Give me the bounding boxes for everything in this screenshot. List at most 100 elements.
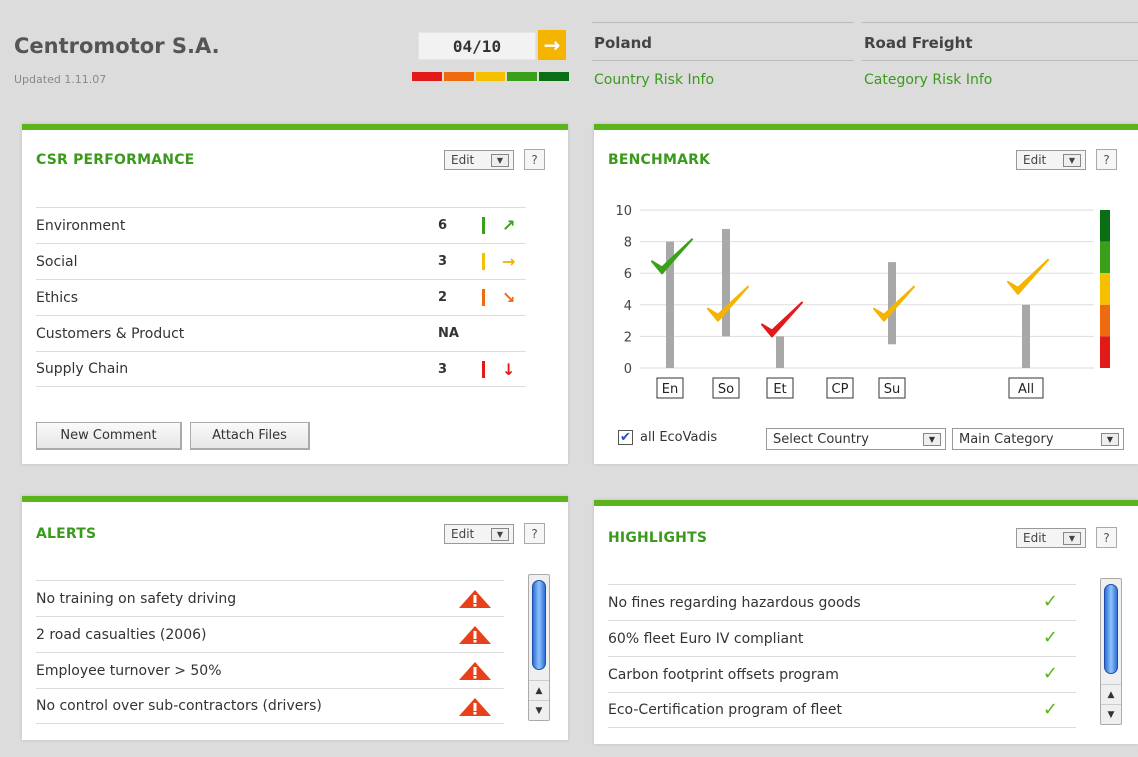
csr-row-label: Social [36,253,78,270]
score-scale-segment [443,72,474,81]
category-name: Road Freight [864,34,973,52]
y-tick-label: 2 [624,330,632,345]
highlight-item[interactable]: Carbon footprint offsets program ✓ [608,656,1076,692]
highlight-text: Carbon footprint offsets program [608,666,839,683]
scroll-thumb[interactable] [1104,584,1118,674]
all-ecovadis-checkbox[interactable]: ✔ [618,430,633,445]
edit-dropdown[interactable]: Edit ▼ [444,150,514,170]
csr-row[interactable]: Ethics 2 ↘ [36,279,526,315]
highlights-scrollbar[interactable]: ▲ ▼ [1100,578,1122,725]
csr-performance-panel: CSR PERFORMANCE Edit ▼ ? Environment 6 ↗ So… [22,124,568,464]
x-tick-label: En [662,382,678,397]
x-tick-label: Su [884,382,901,397]
country-name: Poland [594,34,652,52]
score-level-bar [482,289,485,306]
check-icon: ✓ [1042,699,1058,720]
scroll-up-arrow-icon[interactable]: ▲ [1101,684,1121,704]
highlight-item[interactable]: No fines regarding hazardous goods ✓ [608,584,1076,620]
csr-row-score: 2 [438,290,448,305]
select-country-dropdown[interactable]: Select Country ▼ [766,428,946,450]
edit-dropdown-label: Edit [1023,531,1047,545]
y-tick-label: 8 [624,236,632,251]
help-button[interactable]: ? [524,523,545,544]
csr-row-label: Customers & Product [36,325,185,342]
alert-text: Employee turnover > 50% [36,662,222,679]
alert-item[interactable]: No control over sub-contractors (drivers… [36,688,504,724]
warning-icon [459,662,491,680]
alert-item[interactable]: Employee turnover > 50% [36,652,504,688]
alerts-scrollbar[interactable]: ▲ ▼ [528,574,550,721]
new-comment-button[interactable]: New Comment [36,422,182,450]
panel-accent-bar [594,500,1138,506]
trend-arrow-icon: → [502,252,516,271]
alert-text: No control over sub-contractors (drivers… [36,698,322,714]
highlight-text: 60% fleet Euro IV compliant [608,630,804,647]
csr-row-score: 3 [438,254,448,269]
csr-list: Environment 6 ↗ Social 3 → Ethics 2 ↘ Customers &… [36,207,526,387]
country-risk-link[interactable]: Country Risk Info [594,72,714,88]
main-category-dropdown[interactable]: Main Category ▼ [952,428,1124,450]
csr-row[interactable]: Social 3 → [36,243,526,279]
check-icon: ✓ [1042,663,1058,684]
chevron-down-icon: ▼ [491,528,509,541]
highlight-text: Eco-Certification program of fleet [608,702,842,718]
scroll-down-arrow-icon[interactable]: ▼ [529,700,549,720]
scroll-up-arrow-icon[interactable]: ▲ [529,680,549,700]
alert-item[interactable]: No training on safety driving [36,580,504,616]
y-tick-label: 0 [624,362,632,377]
warning-icon [459,626,491,644]
y-tick-label: 10 [615,204,632,219]
range-bar [888,262,896,345]
x-tick-label: Et [773,382,786,397]
edit-dropdown[interactable]: Edit ▼ [1016,528,1086,548]
warning-icon [459,698,491,716]
check-mark [1007,258,1049,295]
scale-segment [1100,336,1110,368]
alert-item[interactable]: 2 road casualties (2006) [36,616,504,652]
csr-row-score: 3 [438,361,448,377]
csr-row-label: Ethics [36,289,79,306]
csr-row[interactable]: Supply Chain 3 ↓ [36,351,526,387]
scale-segment [1100,304,1110,337]
y-tick-label: 4 [624,299,632,314]
check-icon: ✓ [1042,627,1058,648]
x-tick-label: So [718,382,734,397]
score-trend-arrow-icon[interactable]: → [538,30,566,60]
chevron-down-icon: ▼ [1063,532,1081,545]
help-button[interactable]: ? [524,149,545,170]
attach-files-button[interactable]: Attach Files [190,422,310,450]
highlights-panel: HIGHLIGHTS Edit ▼ ? No fines regarding h… [594,500,1138,744]
chevron-down-icon: ▼ [1101,433,1119,446]
score-scale-segment [475,72,506,81]
csr-row[interactable]: Customers & Product NA [36,315,526,351]
help-button[interactable]: ? [1096,527,1117,548]
x-tick-label: CP [832,382,849,397]
score-scale-segment [539,72,569,81]
country-block: Poland Country Risk Info [592,22,854,98]
scroll-down-arrow-icon[interactable]: ▼ [1101,704,1121,724]
category-block: Road Freight Category Risk Info [862,22,1138,98]
scale-segment [1100,273,1110,305]
scale-segment [1100,210,1110,242]
overall-score: 04/10 [418,32,536,60]
category-risk-link[interactable]: Category Risk Info [864,72,992,88]
range-bar [1022,304,1030,368]
main-category-label: Main Category [959,431,1054,447]
panel-accent-bar [22,496,568,502]
check-icon: ✓ [1042,591,1058,612]
highlights-list: No fines regarding hazardous goods ✓ 60% f… [608,584,1076,728]
csr-row-score: 6 [438,218,448,233]
edit-dropdown-label: Edit [451,527,475,541]
score-color-scale [412,72,569,81]
csr-row[interactable]: Environment 6 ↗ [36,207,526,243]
panel-title: CSR PERFORMANCE [36,152,195,168]
alerts-panel: ALERTS Edit ▼ ? No training on safety dr… [22,496,568,740]
scroll-thumb[interactable] [532,580,546,670]
edit-dropdown[interactable]: Edit ▼ [444,524,514,544]
highlight-item[interactable]: 60% fleet Euro IV compliant ✓ [608,620,1076,656]
x-tick-label: All [1018,382,1034,397]
company-name: Centromotor S.A. [14,34,220,58]
check-mark [761,301,803,338]
score-level-bar [482,253,485,270]
highlight-item[interactable]: Eco-Certification program of fleet ✓ [608,692,1076,728]
